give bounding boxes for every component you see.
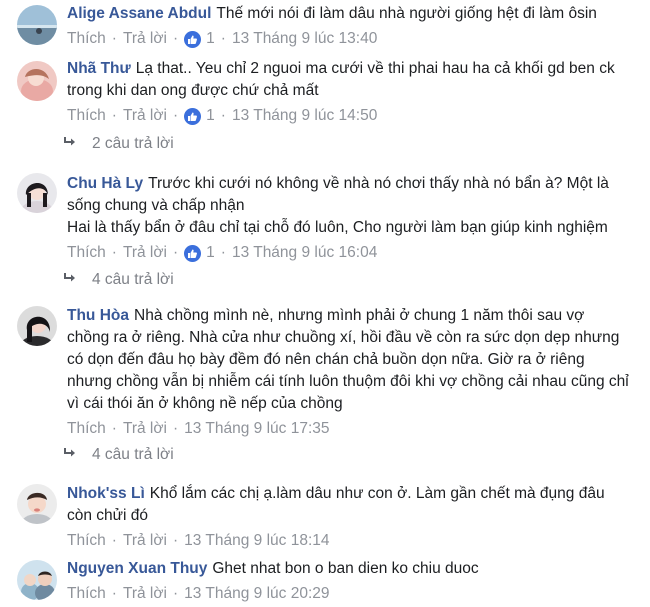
comment-text: Thu Hòa Nhà chồng mình nè, nhưng mình phả… bbox=[67, 307, 629, 412]
reply-link[interactable]: Trả lời bbox=[123, 584, 167, 604]
thumbs-up-icon bbox=[184, 107, 202, 125]
reply-arrow-icon bbox=[63, 271, 77, 289]
comment-author[interactable]: Alige Assane Abdul bbox=[67, 5, 211, 22]
thumbs-up-icon bbox=[184, 244, 202, 262]
reply-link[interactable]: Trả lời bbox=[123, 531, 167, 551]
like-link[interactable]: Thích bbox=[67, 106, 106, 126]
like-link[interactable]: Thích bbox=[67, 243, 106, 263]
timestamp[interactable]: 13 Tháng 9 lúc 14:50 bbox=[232, 106, 377, 126]
comment-text: Chu Hà Ly Trước khi cưới nó không về nhà … bbox=[67, 175, 609, 236]
avatar[interactable] bbox=[17, 173, 57, 213]
comment-text: Nhã Thư Lạ that.. Yeu chỉ 2 nguoi ma cưới… bbox=[67, 60, 615, 99]
timestamp[interactable]: 13 Tháng 9 lúc 18:14 bbox=[184, 531, 329, 551]
comment-author[interactable]: Nhã Thư bbox=[67, 60, 131, 77]
like-count[interactable]: 1 bbox=[184, 106, 215, 126]
comment-text: Alige Assane Abdul Thế mới nói đi làm dâu… bbox=[67, 5, 597, 22]
like-link[interactable]: Thích bbox=[67, 419, 106, 439]
comment-author[interactable]: Nhok'ss Lì bbox=[67, 485, 145, 502]
comment-actions: Thích · Trả lời · 1 · 13 Tháng 9 lúc 14:… bbox=[67, 106, 378, 126]
thumbs-up-icon bbox=[184, 30, 202, 48]
view-replies-link[interactable]: 2 câu trả lời bbox=[63, 135, 174, 153]
reply-link[interactable]: Trả lời bbox=[123, 106, 167, 126]
avatar[interactable] bbox=[17, 5, 57, 45]
avatar[interactable] bbox=[17, 484, 57, 524]
timestamp[interactable]: 13 Tháng 9 lúc 20:29 bbox=[184, 584, 329, 604]
like-link[interactable]: Thích bbox=[67, 531, 106, 551]
timestamp[interactable]: 13 Tháng 9 lúc 13:40 bbox=[232, 29, 377, 49]
comment-actions: Thích · Trả lời · 1 · 13 Tháng 9 lúc 13:… bbox=[67, 29, 378, 49]
avatar[interactable] bbox=[17, 61, 57, 101]
reply-link[interactable]: Trả lời bbox=[123, 419, 167, 439]
timestamp[interactable]: 13 Tháng 9 lúc 17:35 bbox=[184, 419, 329, 439]
timestamp[interactable]: 13 Tháng 9 lúc 16:04 bbox=[232, 243, 377, 263]
comment-author[interactable]: Thu Hòa bbox=[67, 307, 129, 324]
view-replies-link[interactable]: 4 câu trả lời bbox=[63, 271, 174, 289]
comment-text: Nhok'ss Lì Khổ lắm các chị ạ.làm dâu như … bbox=[67, 485, 605, 524]
comment-text: Nguyen Xuan Thuy Ghet nhat bon o ban dien… bbox=[67, 560, 479, 577]
like-link[interactable]: Thích bbox=[67, 29, 106, 49]
comment-actions: Thích · Trả lời · 13 Tháng 9 lúc 17:35 bbox=[67, 419, 330, 439]
comment-author[interactable]: Nguyen Xuan Thuy bbox=[67, 560, 207, 577]
reply-arrow-icon bbox=[63, 446, 77, 464]
avatar[interactable] bbox=[17, 560, 57, 600]
avatar[interactable] bbox=[17, 306, 57, 346]
comment-actions: Thích · Trả lời · 13 Tháng 9 lúc 18:14 bbox=[67, 531, 330, 551]
like-link[interactable]: Thích bbox=[67, 584, 106, 604]
reply-link[interactable]: Trả lời bbox=[123, 243, 167, 263]
comment-actions: Thích · Trả lời · 1 · 13 Tháng 9 lúc 16:… bbox=[67, 243, 378, 263]
like-count[interactable]: 1 bbox=[184, 243, 215, 263]
comment-actions: Thích · Trả lời · 13 Tháng 9 lúc 20:29 bbox=[67, 584, 330, 604]
view-replies-link[interactable]: 4 câu trả lời bbox=[63, 446, 174, 464]
like-count[interactable]: 1 bbox=[184, 29, 215, 49]
comment-author[interactable]: Chu Hà Ly bbox=[67, 175, 143, 192]
reply-link[interactable]: Trả lời bbox=[123, 29, 167, 49]
reply-arrow-icon bbox=[63, 135, 77, 153]
